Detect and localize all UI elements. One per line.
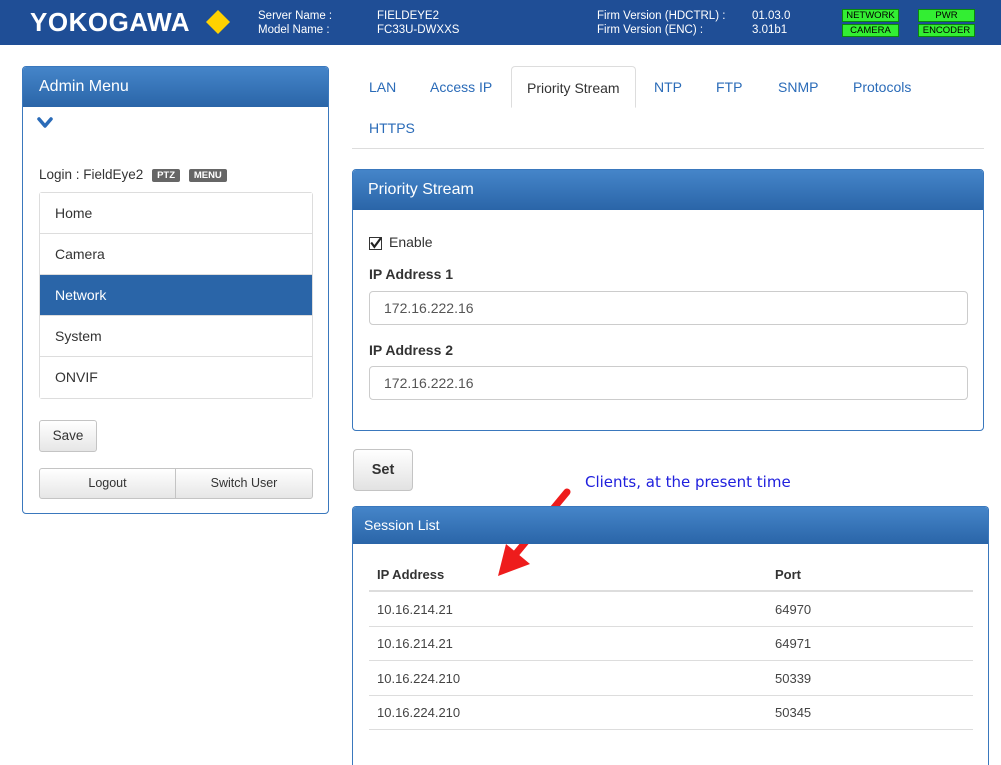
menu-item-system[interactable]: System [40, 316, 312, 357]
chevron-down-icon[interactable] [37, 117, 53, 129]
session-list-panel: Session List IP Address Port 10.16.214.2… [352, 506, 989, 765]
table-row: 10.16.224.210 50345 [369, 696, 973, 730]
admin-menu-list: Home Camera Network System ONVIF [39, 192, 313, 399]
ptz-badge: PTZ [152, 169, 181, 182]
model-name-label: Model Name : [258, 24, 330, 36]
tab-protocols[interactable]: Protocols [853, 77, 911, 97]
menu-item-camera[interactable]: Camera [40, 234, 312, 275]
firm-version-hdctrl-value: 01.03.0 [752, 10, 791, 22]
tab-https[interactable]: HTTPS [369, 118, 415, 138]
col-ip-address-header: IP Address [377, 567, 445, 582]
firm-version-enc-value: 3.01b1 [752, 24, 788, 36]
enable-checkbox[interactable] [369, 237, 382, 250]
ip-address-2-label: IP Address 2 [369, 342, 454, 358]
table-row: 10.16.214.21 64970 [369, 593, 973, 627]
model-name-value: FC33U-DWXXS [377, 24, 460, 36]
menu-item-onvif[interactable]: ONVIF [40, 357, 312, 398]
login-text: Login : FieldEye2 [39, 167, 144, 182]
tab-ntp[interactable]: NTP [654, 77, 682, 97]
logo-diamond-icon [206, 10, 230, 34]
top-header-bar: YOKOGAWA Server Name : Model Name : FIEL… [0, 0, 1001, 45]
annotation-text: Clients, at the present time [585, 473, 791, 491]
session-port: 64970 [775, 602, 812, 617]
col-port-header: Port [775, 567, 801, 582]
ip-address-2-input[interactable] [369, 366, 968, 400]
logout-switch-group: Logout Switch User [39, 468, 313, 499]
server-name-value: FIELDEYE2 [377, 10, 439, 22]
firm-version-hdctrl-label: Firm Version (HDCTRL) : [597, 10, 726, 22]
session-port: 50339 [775, 671, 812, 686]
login-info: Login : FieldEye2 PTZ MENU [39, 167, 227, 182]
save-button[interactable]: Save [39, 420, 97, 452]
session-ip: 10.16.224.210 [377, 671, 461, 686]
admin-menu-title: Admin Menu [23, 67, 328, 107]
switch-user-button[interactable]: Switch User [175, 468, 313, 499]
tab-access-ip[interactable]: Access IP [430, 77, 492, 97]
tab-lan[interactable]: LAN [369, 77, 396, 97]
status-network-indicator: NETWORK [842, 9, 899, 22]
firm-version-enc-label: Firm Version (ENC) : [597, 24, 704, 36]
ip-address-1-label: IP Address 1 [369, 266, 454, 282]
menu-badge: MENU [188, 169, 227, 182]
session-ip: 10.16.214.21 [377, 602, 453, 617]
ip-address-1-input[interactable] [369, 291, 968, 325]
session-list-title: Session List [353, 507, 988, 544]
enable-label: Enable [389, 234, 433, 250]
admin-menu-panel: Admin Menu Login : FieldEye2 PTZ MENU Ho… [22, 66, 329, 514]
logout-button[interactable]: Logout [39, 468, 176, 499]
tab-priority-stream[interactable]: Priority Stream [511, 66, 636, 108]
session-port: 64971 [775, 636, 812, 651]
session-ip: 10.16.224.210 [377, 705, 461, 720]
status-encoder-indicator: ENCODER [918, 24, 975, 37]
priority-stream-panel: Priority Stream Enable IP Address 1 IP A… [352, 169, 984, 431]
menu-item-network[interactable]: Network [40, 275, 312, 316]
tab-ftp[interactable]: FTP [716, 77, 742, 97]
network-tabs: LAN Access IP Priority Stream NTP FTP SN… [352, 66, 984, 149]
table-row: 10.16.214.21 64971 [369, 627, 973, 661]
table-row: 10.16.224.210 50339 [369, 662, 973, 696]
session-port: 50345 [775, 705, 812, 720]
checkmark-icon [370, 237, 382, 249]
status-camera-indicator: CAMERA [842, 24, 899, 37]
tab-snmp[interactable]: SNMP [778, 77, 818, 97]
server-name-label: Server Name : [258, 10, 333, 22]
session-table-header: IP Address Port [369, 558, 973, 592]
session-ip: 10.16.214.21 [377, 636, 453, 651]
set-button[interactable]: Set [353, 449, 413, 491]
status-pwr-indicator: PWR [918, 9, 975, 22]
menu-item-home[interactable]: Home [40, 193, 312, 234]
yokogawa-logo: YOKOGAWA [30, 7, 191, 37]
priority-stream-title: Priority Stream [353, 170, 983, 210]
